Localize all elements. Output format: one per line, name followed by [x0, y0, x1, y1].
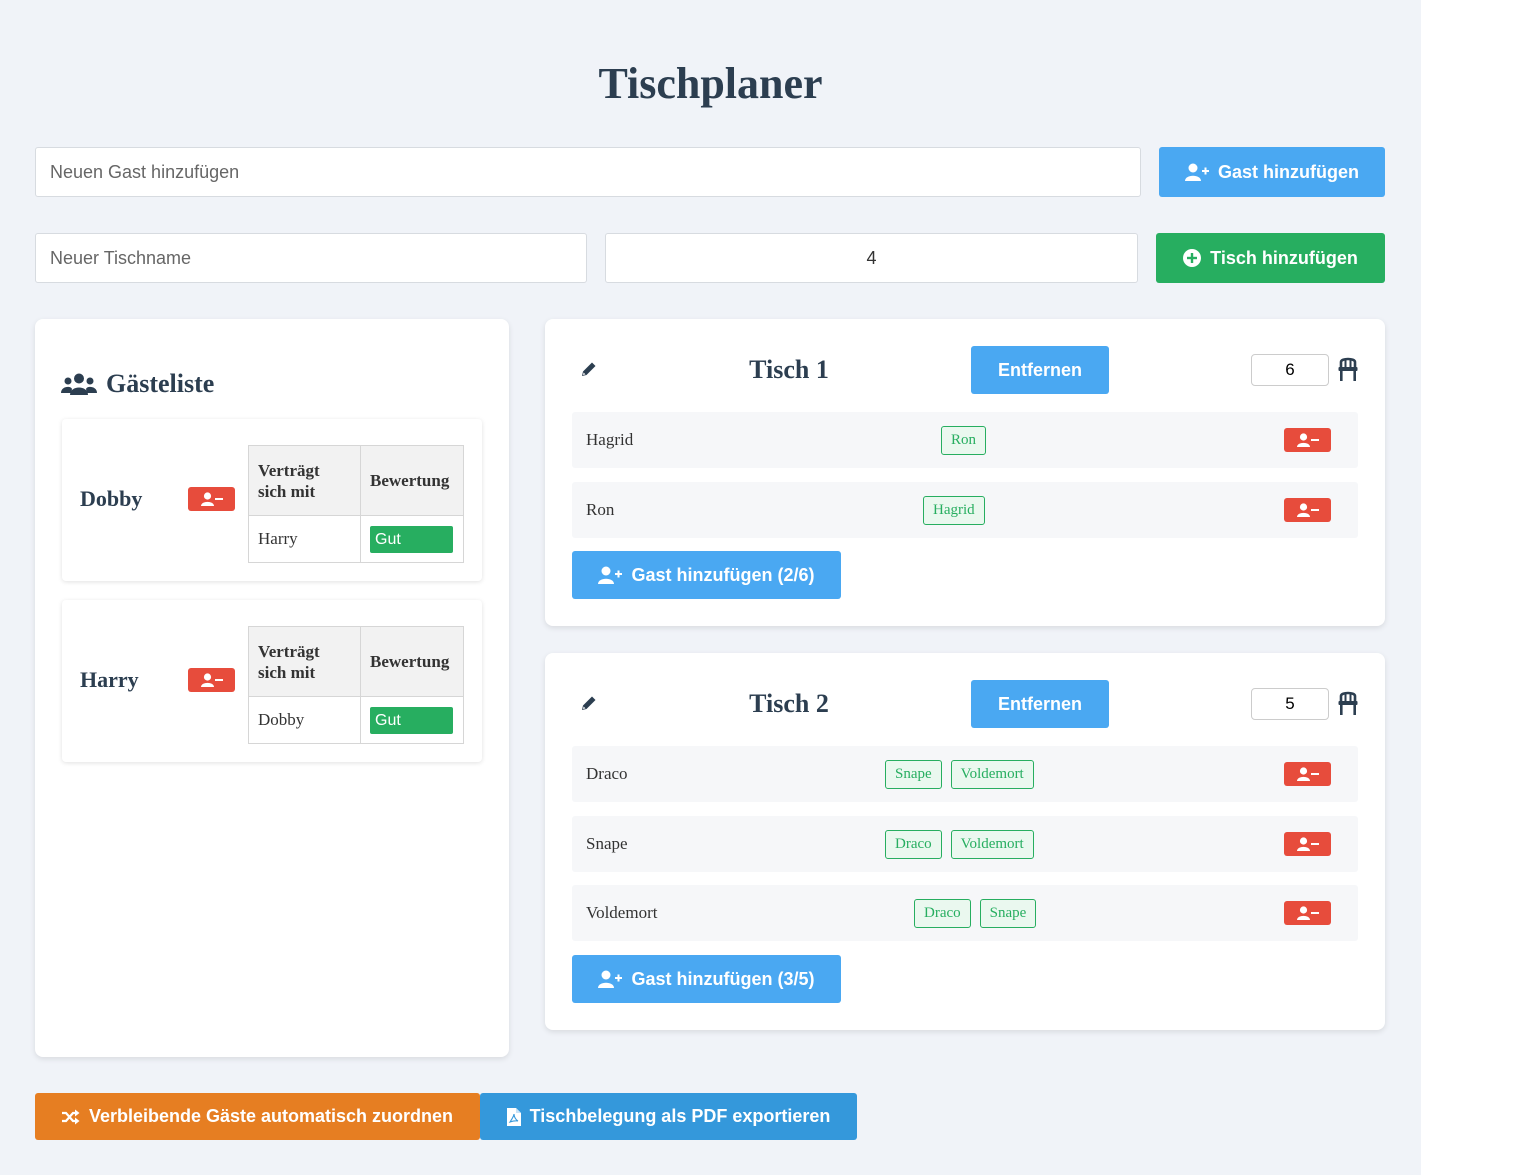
column-header-rating: Bewertung	[360, 445, 464, 516]
chair-icon	[1338, 357, 1358, 381]
user-minus-icon	[1296, 433, 1319, 447]
compatibility-tags: Draco Voldemort	[885, 830, 1034, 859]
guest-card: Dobby Verträgt sich mit Bewertung Harry …	[62, 419, 482, 581]
chair-icon	[1338, 691, 1358, 715]
compatibility-tags: Snape Voldemort	[885, 760, 1034, 789]
seated-guest-row: Draco Snape Voldemort	[572, 746, 1358, 802]
compatibility-tags: Hagrid	[923, 496, 985, 525]
remove-table-button[interactable]: Entfernen	[971, 346, 1109, 394]
guest-list-title: Gästeliste	[106, 369, 215, 398]
guest-name: Harry	[80, 667, 139, 692]
remove-guest-button[interactable]	[188, 487, 235, 511]
add-guest-to-table-label: Gast hinzufügen (3/5)	[631, 968, 815, 989]
seated-guest-row: Snape Draco Voldemort	[572, 816, 1358, 872]
seated-guest-row: Hagrid Ron	[572, 412, 1358, 468]
page-title: Tischplaner	[598, 59, 823, 108]
app-container: Tischplaner Gast hinzufügen Tisch hinzuf…	[0, 0, 1421, 1175]
guest-list-panel: Gästeliste Dobby Verträgt sich mit Bewer…	[35, 319, 509, 1057]
add-guest-to-table-label: Gast hinzufügen (2/6)	[631, 564, 815, 585]
guest-name: Dobby	[80, 486, 143, 511]
user-minus-icon	[1296, 503, 1319, 517]
compatibility-tag: Snape	[979, 899, 1037, 928]
table-capacity-field[interactable]	[1251, 354, 1329, 386]
table-row: Dobby Gut	[248, 696, 464, 744]
seated-guest-name: Ron	[586, 500, 615, 519]
remove-table-button[interactable]: Entfernen	[971, 680, 1109, 728]
table-row: Harry Gut	[248, 515, 464, 563]
table-name: Tisch 2	[749, 689, 829, 718]
user-plus-icon	[598, 970, 623, 988]
compatibility-tag: Ron	[941, 426, 987, 455]
add-guest-button[interactable]: Gast hinzufügen	[1159, 147, 1385, 197]
seated-guest-name: Snape	[586, 834, 628, 853]
table-name-input[interactable]	[35, 233, 587, 283]
user-minus-icon	[1296, 767, 1319, 781]
compatible-guest: Harry	[248, 515, 361, 563]
compatibility-tags: Draco Snape	[914, 899, 1037, 928]
column-header-compatible: Verträgt sich mit	[248, 445, 361, 516]
compatibility-tags: Ron	[941, 426, 987, 455]
remove-guest-button[interactable]	[188, 668, 235, 692]
export-pdf-button[interactable]: Tischbelegung als PDF exportieren	[480, 1093, 857, 1140]
table-name: Tisch 1	[749, 355, 829, 384]
user-plus-icon	[1185, 163, 1209, 181]
plus-circle-icon	[1183, 249, 1202, 267]
compatibility-tag: Voldemort	[950, 830, 1034, 859]
compatibility-tag: Hagrid	[923, 496, 985, 525]
add-guest-button-label: Gast hinzufügen	[1218, 161, 1359, 182]
column-header-rating: Bewertung	[360, 626, 464, 697]
column-header-compatible: Verträgt sich mit	[248, 626, 361, 697]
rating-cell: Gut	[360, 515, 464, 563]
compatibility-table: Verträgt sich mit Bewertung Harry Gut	[248, 445, 464, 563]
user-minus-icon	[1296, 837, 1319, 851]
compatibility-table: Verträgt sich mit Bewertung Dobby Gut	[248, 626, 464, 744]
rating-badge[interactable]: Gut	[370, 706, 453, 734]
user-minus-icon	[200, 492, 223, 506]
seated-guest-name: Hagrid	[586, 430, 634, 449]
user-minus-icon	[200, 673, 223, 687]
seated-guest-row: Ron Hagrid	[572, 482, 1358, 538]
guest-card: Harry Verträgt sich mit Bewertung Dobby …	[62, 600, 482, 762]
rating-cell: Gut	[360, 696, 464, 744]
remove-table-label: Entfernen	[997, 693, 1082, 714]
table-card: Tisch 2 Entfernen Draco Snape Voldemort …	[545, 653, 1385, 1030]
table-card: Tisch 1 Entfernen Hagrid Ron Ron Hagrid	[545, 319, 1385, 626]
export-pdf-label: Tischbelegung als PDF exportieren	[529, 1106, 831, 1126]
table-capacity-field[interactable]	[1251, 688, 1329, 720]
users-icon	[61, 373, 97, 395]
remove-seated-guest-button[interactable]	[1284, 428, 1331, 452]
seated-guest-name: Draco	[586, 764, 628, 783]
seated-guest-row: Voldemort Draco Snape	[572, 885, 1358, 941]
remove-table-label: Entfernen	[997, 359, 1082, 380]
add-table-button[interactable]: Tisch hinzufügen	[1156, 233, 1385, 283]
compatibility-tag: Voldemort	[950, 760, 1034, 789]
add-table-button-label: Tisch hinzufügen	[1210, 247, 1358, 268]
rating-badge[interactable]: Gut	[370, 525, 453, 553]
shuffle-icon	[61, 1109, 80, 1124]
pencil-icon[interactable]	[581, 695, 597, 711]
user-minus-icon	[1296, 906, 1319, 920]
table-capacity-input[interactable]	[605, 233, 1138, 283]
compatible-guest: Dobby	[248, 696, 361, 744]
remove-seated-guest-button[interactable]	[1284, 901, 1331, 925]
auto-assign-label: Verbleibende Gäste automatisch zuordnen	[88, 1106, 454, 1126]
remove-seated-guest-button[interactable]	[1284, 762, 1331, 786]
add-guest-to-table-button[interactable]: Gast hinzufügen (3/5)	[572, 955, 841, 1003]
remove-seated-guest-button[interactable]	[1284, 832, 1331, 856]
compatibility-tag: Draco	[914, 899, 971, 928]
compatibility-tag: Snape	[885, 760, 942, 789]
seated-guest-name: Voldemort	[586, 903, 658, 922]
guest-list-heading: Gästeliste	[61, 369, 214, 399]
remove-seated-guest-button[interactable]	[1284, 498, 1331, 522]
compatibility-tag: Draco	[885, 830, 942, 859]
user-plus-icon	[598, 566, 623, 584]
add-guest-to-table-button[interactable]: Gast hinzufügen (2/6)	[572, 551, 841, 599]
auto-assign-button[interactable]: Verbleibende Gäste automatisch zuordnen	[35, 1093, 480, 1140]
file-pdf-icon	[506, 1107, 521, 1126]
new-guest-input[interactable]	[35, 147, 1141, 197]
pencil-icon[interactable]	[581, 361, 597, 377]
